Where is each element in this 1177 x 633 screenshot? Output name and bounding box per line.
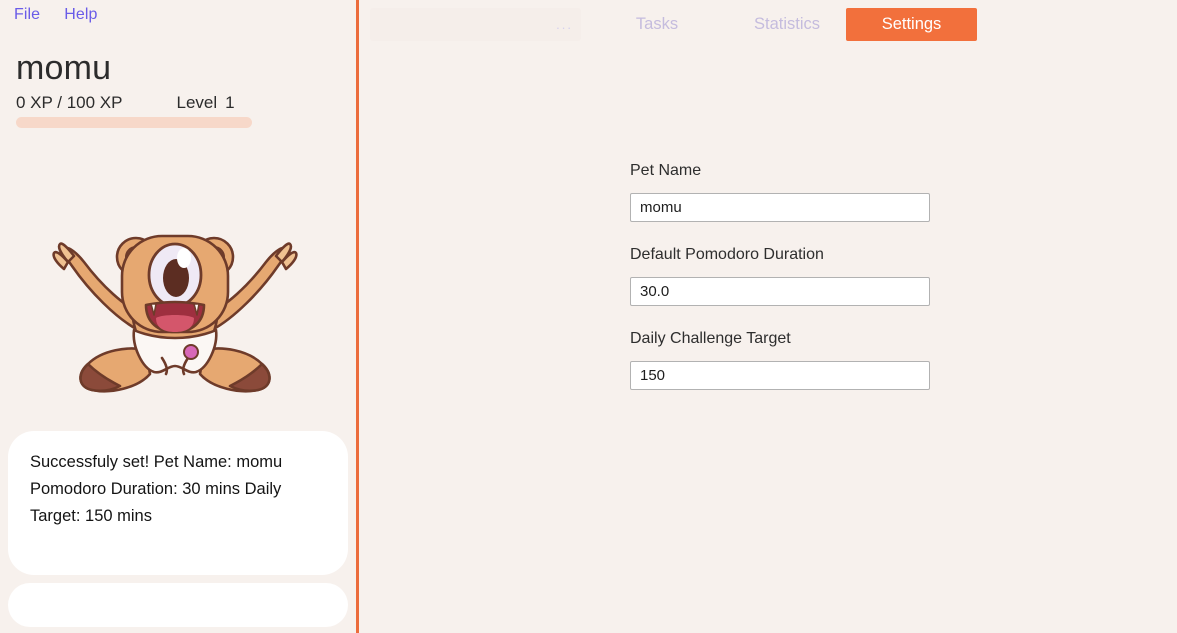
app-window: File Help momu 0 XP / 100 XP Level 1 .fur… xyxy=(0,0,1177,633)
tab-overflow[interactable]: ... xyxy=(370,8,581,41)
field-group-pomodoro-duration: Default Pomodoro Duration xyxy=(630,244,930,306)
pet-message-bubble: Successfuly set! Pet Name: momu Pomodoro… xyxy=(8,431,348,575)
menu-file[interactable]: File xyxy=(14,5,40,25)
field-group-daily-target: Daily Challenge Target xyxy=(630,328,930,390)
xp-text: 0 XP / 100 XP xyxy=(16,93,123,112)
menu-help[interactable]: Help xyxy=(64,5,97,25)
input-daily-target[interactable] xyxy=(630,361,930,390)
tab-statistics[interactable]: Statistics xyxy=(729,8,845,41)
pet-panel: File Help momu 0 XP / 100 XP Level 1 .fur… xyxy=(0,0,357,633)
tab-settings[interactable]: Settings xyxy=(846,8,977,41)
xp-progress-bar xyxy=(16,117,252,128)
xp-row: 0 XP / 100 XP Level 1 xyxy=(16,92,286,114)
content-panel: ... Tasks Statistics Settings Pet Name D… xyxy=(359,0,1177,633)
level-text: Level 1 xyxy=(176,92,234,114)
level-value: 1 xyxy=(225,93,235,112)
settings-form: Pet Name Default Pomodoro Duration Daily… xyxy=(630,160,930,412)
pet-message-text: Successfuly set! Pet Name: momu Pomodoro… xyxy=(30,453,283,525)
chat-input-bubble[interactable] xyxy=(8,583,348,627)
tab-tasks[interactable]: Tasks xyxy=(609,8,705,41)
tab-bar: ... Tasks Statistics Settings xyxy=(359,0,1177,48)
level-label: Level xyxy=(176,93,218,112)
pet-sprite-bear-cub: .fur { fill:#e6a871; stroke:#6e3b2a; str… xyxy=(52,234,298,393)
label-pet-name: Pet Name xyxy=(630,162,702,179)
label-daily-target: Daily Challenge Target xyxy=(630,330,791,347)
input-pet-name[interactable] xyxy=(630,193,930,222)
input-pomodoro-duration[interactable] xyxy=(630,277,930,306)
label-pomodoro-duration: Default Pomodoro Duration xyxy=(630,246,824,263)
field-group-pet-name: Pet Name xyxy=(630,160,930,222)
pet-name-heading: momu xyxy=(16,49,112,87)
menu-bar: File Help xyxy=(14,5,98,25)
